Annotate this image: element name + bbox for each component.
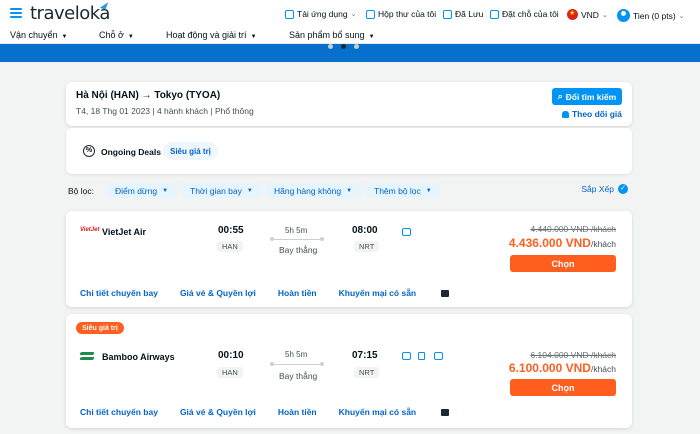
nav-transport[interactable]: Vận chuyển ▼	[10, 30, 68, 40]
phone-icon	[285, 9, 294, 19]
choose-button[interactable]: Chọn	[510, 379, 616, 396]
pagination-dot[interactable]	[341, 44, 346, 49]
tab-fare-benefits[interactable]: Giá vé & Quyền lợi	[180, 288, 256, 298]
pagination-dot[interactable]	[354, 44, 359, 49]
deal-chip-super-value[interactable]: Siêu giá trị	[163, 142, 218, 160]
entertainment-icon	[434, 352, 443, 360]
nav-extras[interactable]: Sản phẩm bổ sung ▼	[289, 30, 375, 40]
check-circle-icon: ✓	[618, 184, 628, 194]
tab-promotions[interactable]: Khuyến mại có sẵn	[339, 288, 471, 298]
booking-icon	[490, 9, 499, 19]
pagination-dot[interactable]	[328, 44, 333, 49]
search-summary-card: Hà Nội (HAN) → Tokyo (TYOA) T4, 18 Thg 0…	[66, 82, 632, 126]
flight-card[interactable]: Siêu giá trị Bamboo Airways 00:10 HAN 5h…	[66, 314, 632, 428]
triangle-down-icon: ▼	[162, 187, 169, 194]
follow-price-link[interactable]: Theo dõi giá	[561, 109, 622, 119]
triangle-down-icon: ▼	[246, 187, 253, 194]
vietjet-logo-icon: VietJet	[80, 227, 100, 233]
menu-icon[interactable]	[10, 8, 22, 18]
baggage-icon	[402, 352, 411, 360]
promo-icon	[441, 409, 450, 416]
tab-flight-details[interactable]: Chi tiết chuyến bay	[80, 288, 158, 298]
banner-pagination	[328, 44, 359, 49]
triangle-down-icon: ▼	[61, 34, 68, 40]
bamboo-airways-logo-icon	[79, 350, 95, 366]
tab-promotions[interactable]: Khuyến mại có sẵn	[339, 407, 471, 417]
my-bookings-link[interactable]: Đặt chỗ của tôi	[490, 9, 559, 19]
search-details: T4, 18 Thg 01 2023 | 4 hành khách | Phổ …	[76, 106, 254, 116]
bookmark-icon	[443, 9, 452, 19]
filter-label: Bộ lọc:	[68, 186, 94, 196]
inbox-link[interactable]: Hộp thư của tôi	[366, 9, 436, 19]
download-app-link[interactable]: Tải ứng dụng ⌄	[285, 9, 356, 19]
bell-icon	[561, 110, 569, 118]
nav-activities[interactable]: Hoạt động và giải trí ▼	[166, 30, 257, 40]
filter-bar: Bộ lọc: Điểm dừng ▼ Thời gian bay ▼ Hãng h…	[68, 183, 630, 199]
nav-stay[interactable]: Chỗ ở ▼	[99, 30, 134, 40]
stop-info: Bay thẳng	[279, 245, 318, 255]
triangle-down-icon: ▼	[346, 187, 353, 194]
avatar-icon	[617, 9, 630, 22]
flight-card[interactable]: VietJet VietJet Air 00:55 HAN 5h 5m Bay …	[66, 211, 632, 307]
arrival-code: NRT	[354, 367, 380, 378]
search-icon: ⌕	[557, 91, 563, 101]
triangle-down-icon: ▼	[368, 34, 375, 40]
original-price: 6.104.000 VND /khách	[530, 350, 616, 360]
filter-airline[interactable]: Hãng hàng không ▼	[265, 183, 362, 198]
chevron-down-icon: ⌄	[678, 12, 685, 20]
filter-more[interactable]: Thêm bộ lọc ▼	[365, 183, 441, 198]
departure-time: 00:55	[218, 225, 244, 236]
airline-name: VietJet Air	[102, 227, 147, 237]
flight-duration: 5h 5m	[285, 350, 308, 359]
chevron-down-icon: ⌄	[350, 11, 357, 18]
promo-icon	[441, 290, 450, 297]
user-menu[interactable]: Tien (0 pts) ⌄	[617, 9, 685, 22]
departure-code: HAN	[217, 241, 243, 252]
category-nav: Vận chuyển ▼ Chỗ ở ▼ Hoạt động và giải trí…	[0, 28, 700, 44]
route-line	[270, 237, 324, 241]
deals-label: Ongoing Deals	[101, 147, 161, 157]
baggage-icon	[402, 228, 411, 236]
inbox-icon	[366, 9, 375, 19]
triangle-down-icon: ▼	[127, 34, 134, 40]
original-price: 4.440.000 VND /khách	[530, 224, 616, 234]
meal-icon	[418, 352, 425, 360]
ongoing-deals-card: % Ongoing Deals Siêu giá trị	[66, 128, 632, 174]
filter-flight-time[interactable]: Thời gian bay ▼	[181, 183, 262, 198]
top-header: traveloka Tải ứng dụng ⌄ Hộp thư của tôi …	[0, 0, 700, 28]
tab-fare-benefits[interactable]: Giá vé & Quyền lợi	[180, 407, 256, 417]
route-line	[270, 362, 324, 366]
stop-info: Bay thẳng	[279, 371, 318, 381]
chevron-down-icon: ⌄	[601, 11, 608, 19]
departure-code: HAN	[217, 367, 243, 378]
arrival-time: 07:15	[352, 350, 378, 361]
route-title: Hà Nội (HAN) → Tokyo (TYOA)	[76, 90, 221, 101]
vietnam-flag-icon	[567, 9, 578, 20]
triangle-down-icon: ▼	[250, 34, 257, 40]
price: 6.100.000 VND/khách	[508, 361, 616, 375]
choose-button[interactable]: Chọn	[510, 255, 616, 272]
percent-icon: %	[83, 145, 95, 157]
tab-refund[interactable]: Hoàn tiền	[278, 407, 317, 417]
saved-link[interactable]: Đã Lưu	[443, 9, 483, 19]
flight-detail-tabs: Chi tiết chuyến bay Giá vé & Quyền lợi H…	[80, 407, 493, 417]
change-search-button[interactable]: ⌕ Đổi tìm kiếm	[552, 88, 622, 105]
sort-button[interactable]: Sắp Xếp ✓	[581, 184, 628, 194]
filter-stops[interactable]: Điểm dừng ▼	[106, 183, 178, 198]
tab-refund[interactable]: Hoàn tiền	[278, 288, 317, 298]
departure-time: 00:10	[218, 350, 244, 361]
price: 4.436.000 VND/khách	[508, 236, 616, 250]
currency-selector[interactable]: VND⌄	[567, 9, 608, 20]
flight-duration: 5h 5m	[285, 226, 308, 235]
triangle-down-icon: ▼	[425, 187, 432, 194]
airline-name: Bamboo Airways	[102, 352, 175, 362]
arrival-time: 08:00	[352, 225, 378, 236]
flight-detail-tabs: Chi tiết chuyến bay Giá vé & Quyền lợi H…	[80, 288, 493, 298]
arrival-code: NRT	[354, 241, 380, 252]
tab-flight-details[interactable]: Chi tiết chuyến bay	[80, 407, 158, 417]
super-value-badge: Siêu giá trị	[76, 322, 124, 334]
traveloka-logo[interactable]: traveloka	[30, 3, 110, 24]
